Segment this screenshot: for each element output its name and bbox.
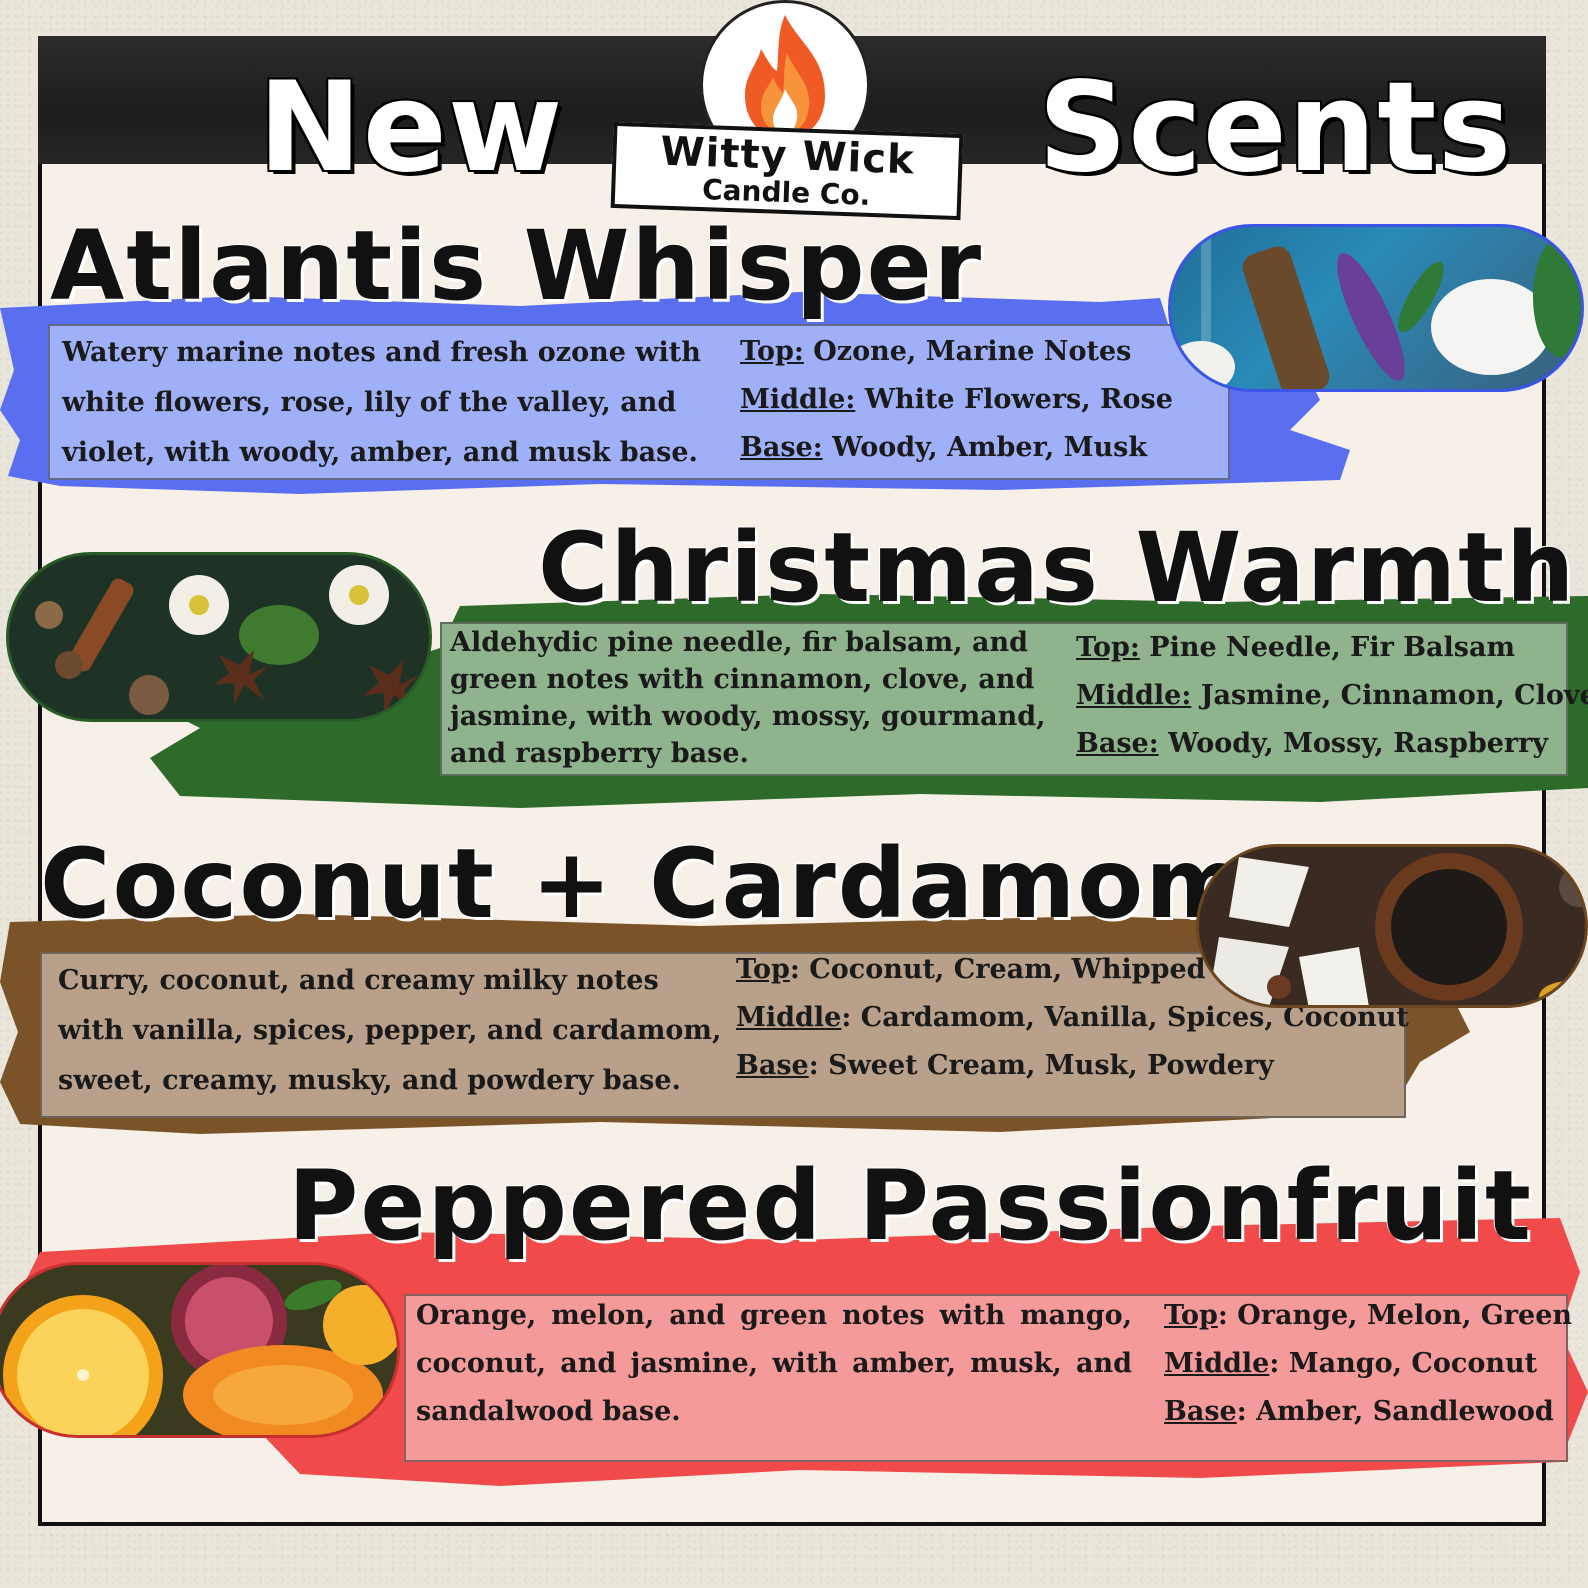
note-base-value: : Sweet Cream, Musk, Powdery <box>808 1050 1274 1081</box>
note-top-value: Pine Needle, Fir Balsam <box>1149 632 1516 663</box>
scent-description: Curry, coconut, and creamy milky notes w… <box>58 965 722 1096</box>
scent-photo-atlantis-whisper <box>1168 224 1584 392</box>
scent-photo-peppered-passionfruit <box>0 1262 400 1438</box>
note-top-value: : Coconut, Cream, Whipped <box>789 954 1206 985</box>
note-top-label: Top <box>736 954 790 985</box>
note-middle: Middle: White Flowers, Rose <box>740 376 1173 424</box>
header-word-new: New <box>258 56 564 200</box>
note-top-label: Top <box>1164 1300 1218 1331</box>
note-top: Top: Orange, Melon, Green <box>1164 1292 1572 1340</box>
note-base-label: Base: <box>740 432 823 463</box>
note-base-label: Base <box>1164 1396 1237 1427</box>
note-top-label: Top: <box>1076 632 1140 663</box>
note-middle-label: Middle: <box>1076 680 1192 711</box>
note-middle-value: Jasmine, Cinnamon, Clove <box>1200 680 1588 711</box>
note-top-label: Top: <box>740 336 804 367</box>
scent-card-atlantis-whisper: Watery marine notes and fresh ozone with… <box>48 324 1230 480</box>
header-word-scents: Scents <box>1038 56 1513 200</box>
scent-photo-christmas-warmth <box>6 552 432 722</box>
scent-card-christmas-warmth: Aldehydic pine needle, fir balsam, and g… <box>440 622 1588 776</box>
note-base-label: Base <box>736 1050 809 1081</box>
note-middle: Middle: Jasmine, Cinnamon, Clove <box>1076 672 1588 720</box>
note-base-value: Woody, Mossy, Raspberry <box>1168 728 1549 759</box>
note-middle-value: White Flowers, Rose <box>864 384 1173 415</box>
scent-notes: Top: Ozone, Marine Notes Middle: White F… <box>740 328 1173 472</box>
scent-title-coconut-cardamom: Coconut + Cardamom <box>40 828 1248 940</box>
scent-notes: Top: Pine Needle, Fir Balsam Middle: Jas… <box>1076 624 1588 768</box>
note-middle-label: Middle <box>1164 1348 1270 1379</box>
scent-title-atlantis-whisper: Atlantis Whisper <box>50 210 984 322</box>
scent-title-peppered-passionfruit: Peppered Passionfruit <box>288 1150 1533 1262</box>
scent-photo-coconut-cardamom <box>1196 844 1588 1008</box>
note-base: Base: Woody, Mossy, Raspberry <box>1076 720 1588 768</box>
note-base: Base: Sweet Cream, Musk, Powdery <box>736 1042 1409 1090</box>
note-top-value: Ozone, Marine Notes <box>813 336 1132 367</box>
note-middle-label: Middle: <box>740 384 856 415</box>
scent-notes: Top: Orange, Melon, Green Middle: Mango,… <box>1164 1292 1572 1436</box>
scent-card-peppered-passionfruit: Orange, melon, and green notes with mang… <box>404 1294 1572 1462</box>
scent-description: Aldehydic pine needle, fir balsam, and g… <box>450 627 1046 769</box>
note-base-label: Base: <box>1076 728 1159 759</box>
note-base-value: Woody, Amber, Musk <box>832 432 1148 463</box>
note-base: Base: Amber, Sandlewood <box>1164 1388 1572 1436</box>
note-base-value: : Amber, Sandlewood <box>1236 1396 1554 1427</box>
note-top: Top: Pine Needle, Fir Balsam <box>1076 624 1588 672</box>
logo-plaque: Witty Wick Candle Co. <box>610 121 964 221</box>
note-middle-label: Middle <box>736 1002 842 1033</box>
note-middle-value: : Mango, Coconut <box>1269 1348 1538 1379</box>
note-top-value: : Orange, Melon, Green <box>1217 1300 1573 1331</box>
note-middle: Middle: Mango, Coconut <box>1164 1340 1572 1388</box>
note-top: Top: Ozone, Marine Notes <box>740 328 1173 376</box>
brand-logo: Witty Wick Candle Co. <box>600 0 980 221</box>
scent-description: Watery marine notes and fresh ozone with… <box>62 337 701 468</box>
note-base: Base: Woody, Amber, Musk <box>740 424 1173 472</box>
scent-description: Orange, melon, and green notes with mang… <box>416 1300 1132 1427</box>
scent-title-christmas-warmth: Christmas Warmth <box>538 512 1577 624</box>
